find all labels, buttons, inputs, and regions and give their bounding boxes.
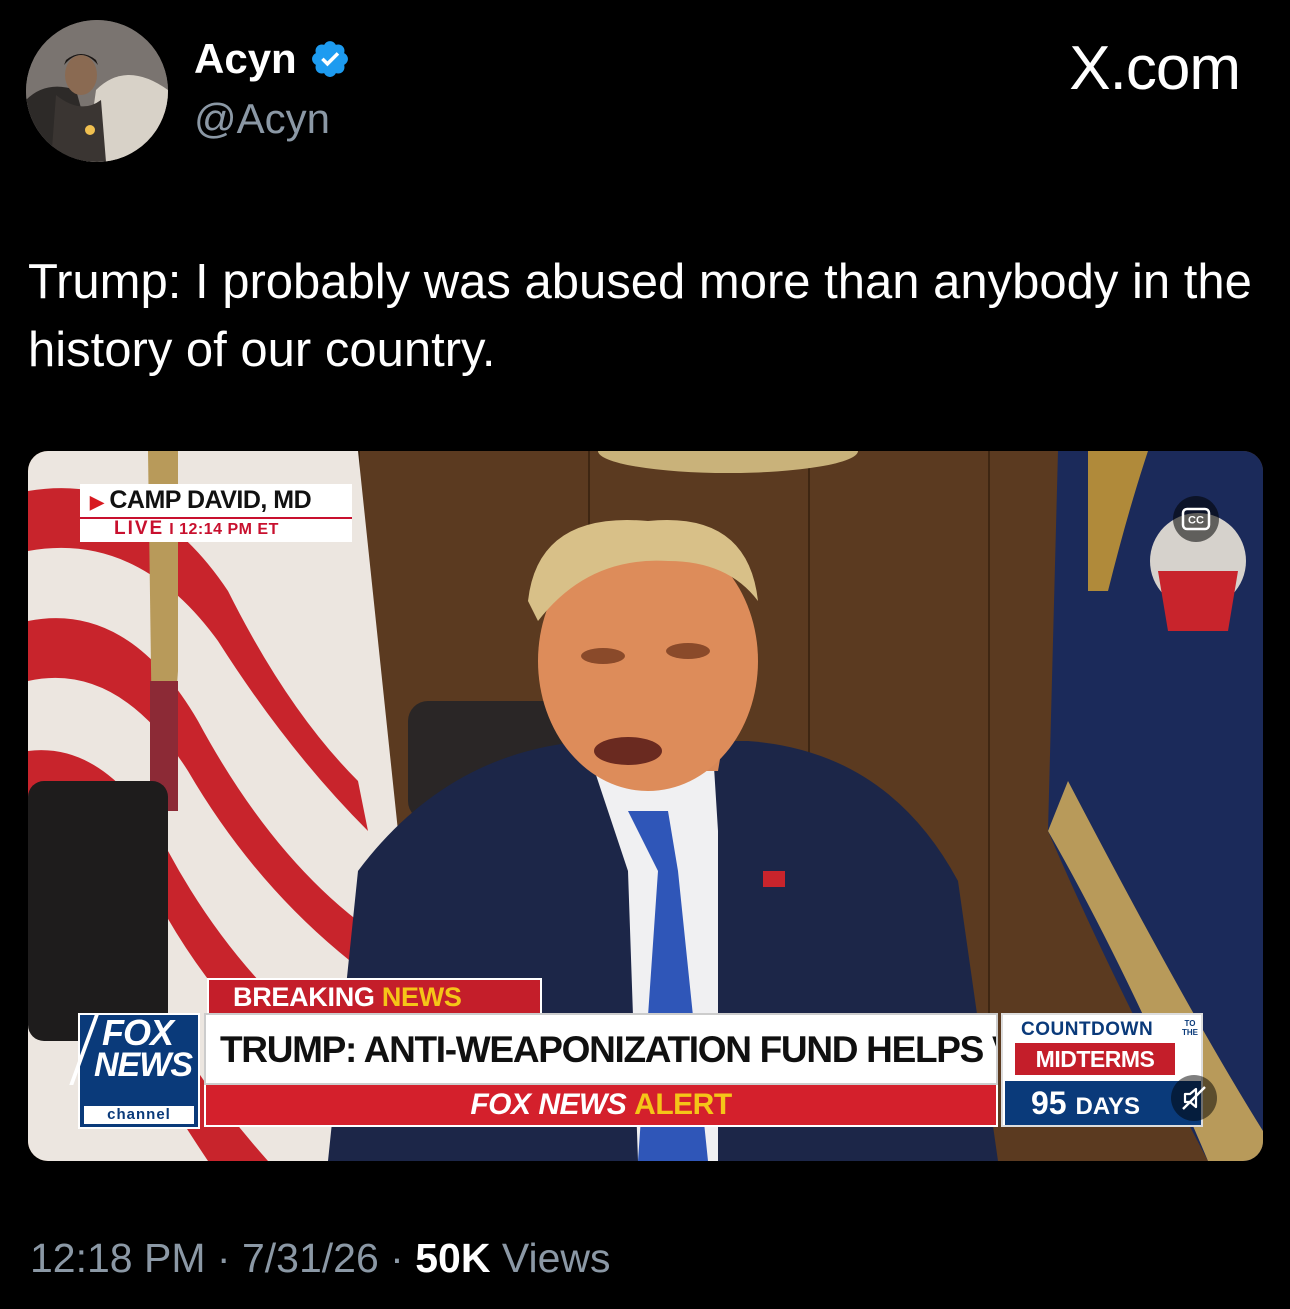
countdown-title: COUNTDOWN xyxy=(1021,1019,1154,1040)
tweet-time[interactable]: 12:18 PM xyxy=(30,1235,206,1281)
breaking-news-tab: BREAKING NEWS xyxy=(207,978,542,1014)
views-count: 50K xyxy=(415,1235,491,1281)
live-label: LIVE xyxy=(114,518,165,539)
live-time: 12:14 PM ET xyxy=(179,521,279,538)
author-avatar[interactable] xyxy=(26,20,168,162)
live-separator: I xyxy=(169,521,175,538)
verified-badge-icon xyxy=(311,41,348,77)
location-line: ▶ CAMP DAVID, MD xyxy=(80,484,352,517)
tweet-video[interactable]: ▶ CAMP DAVID, MD LIVE I 12:14 PM ET CC BR… xyxy=(28,451,1263,1161)
location-text: CAMP DAVID, MD xyxy=(109,486,312,514)
cc-icon: CC xyxy=(1181,507,1211,531)
alert-prefix: FOX NEWS xyxy=(470,1088,627,1121)
tweet-date[interactable]: 7/31/26 xyxy=(242,1235,379,1281)
location-bug: ▶ CAMP DAVID, MD LIVE I 12:14 PM ET xyxy=(80,484,352,542)
midterms-countdown: COUNTDOWN TO THE MIDTERMS 95 DAYS xyxy=(1001,1013,1203,1127)
tweet-text: Trump: I probably was abused more than a… xyxy=(28,255,1252,377)
avatar-image xyxy=(26,20,168,162)
captions-button[interactable]: CC xyxy=(1173,496,1219,542)
tweet-meta: 12:18 PM · 7/31/26 · 50K Views xyxy=(30,1238,611,1279)
fox-news-logo: FOX NEWS channel xyxy=(69,1012,200,1129)
logo-fox-text: FOX xyxy=(102,1012,174,1053)
meta-separator: · xyxy=(390,1235,404,1281)
svg-text:CC: CC xyxy=(1188,515,1204,527)
meta-separator: · xyxy=(216,1235,231,1281)
play-triangle-icon: ▶ xyxy=(90,492,104,512)
logo-channel-text: channel xyxy=(84,1106,194,1124)
countdown-event: MIDTERMS xyxy=(1015,1043,1175,1075)
breaking-label: BREAKING xyxy=(233,982,375,1012)
live-line: LIVE I 12:14 PM ET xyxy=(80,517,352,542)
author-name-text: Acyn xyxy=(194,35,297,82)
views-label: Views xyxy=(501,1235,611,1281)
mute-button[interactable] xyxy=(1171,1075,1217,1121)
author-handle[interactable]: @Acyn xyxy=(194,98,330,140)
chyron-headline: TRUMP: ANTI-WEAPONIZATION FUND HELPS VIC… xyxy=(204,1013,998,1085)
breaking-news-word: NEWS xyxy=(381,982,462,1012)
site-logo: X.com xyxy=(1069,34,1241,103)
countdown-number: 95 xyxy=(1031,1085,1067,1121)
fox-news-alert-bar: FOX NEWS ALERT xyxy=(204,1085,998,1127)
mute-icon xyxy=(1182,1086,1206,1110)
countdown-unit: DAYS xyxy=(1075,1093,1140,1120)
logo-news-text: NEWS xyxy=(94,1046,193,1084)
author-name[interactable]: Acyn xyxy=(194,38,351,80)
countdown-to-the: TO THE xyxy=(1182,1019,1198,1037)
alert-word: ALERT xyxy=(634,1088,732,1121)
